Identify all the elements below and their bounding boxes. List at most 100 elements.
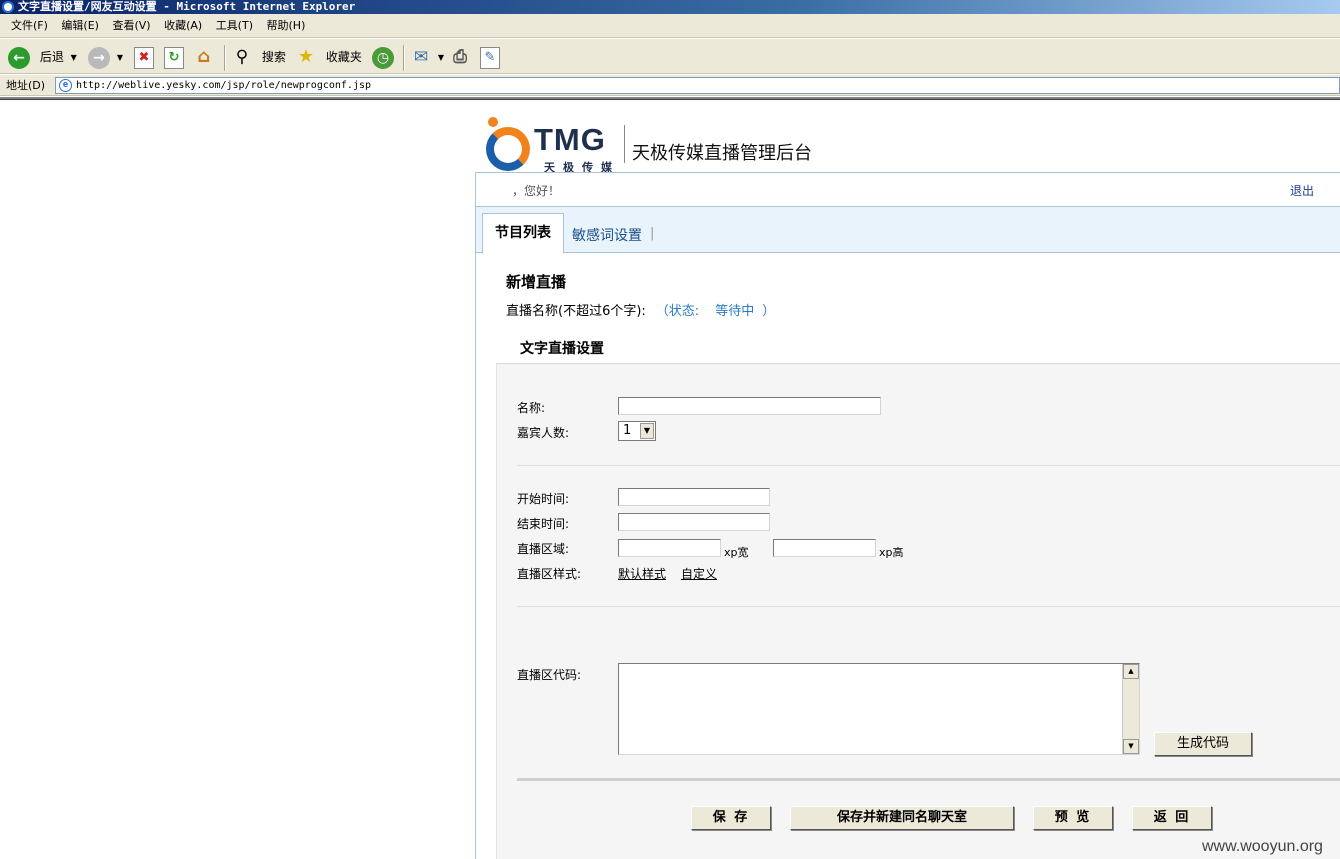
edit-page-icon: ✎ bbox=[480, 46, 500, 69]
home-icon: ⌂ bbox=[197, 45, 211, 67]
width-unit: xp宽 bbox=[724, 546, 749, 559]
tab-program-list[interactable]: 节目列表 bbox=[482, 213, 564, 254]
address-url: http://weblive.yesky.com/jsp/role/newpro… bbox=[76, 80, 372, 91]
form-divider bbox=[517, 606, 1340, 607]
menu-help[interactable]: 帮助(H) bbox=[262, 14, 311, 38]
scroll-up-icon[interactable]: ▲ bbox=[1123, 664, 1139, 679]
print-button[interactable]: ⎙ bbox=[450, 45, 470, 69]
back-to-list-button[interactable]: 返 回 bbox=[1132, 806, 1212, 830]
chrome-divider bbox=[0, 97, 1340, 100]
generate-code-button[interactable]: 生成代码 bbox=[1154, 732, 1252, 756]
menu-tools[interactable]: 工具(T) bbox=[211, 14, 258, 38]
live-code-textarea[interactable]: ▲ ▼ bbox=[618, 663, 1140, 755]
stop-button[interactable]: ✖ bbox=[134, 45, 154, 69]
area-width-input[interactable] bbox=[618, 539, 721, 557]
back-label: 后退 bbox=[39, 50, 64, 64]
logout-link[interactable]: 退出 bbox=[1290, 182, 1314, 199]
forward-button[interactable]: → ▼ bbox=[88, 45, 123, 69]
menu-edit[interactable]: 编辑(E) bbox=[56, 14, 104, 38]
start-time-label: 开始时间: bbox=[517, 492, 570, 506]
live-style-label: 直播区样式: bbox=[517, 567, 582, 581]
search-label: 搜索 bbox=[261, 50, 286, 64]
toolbar: ← 后退 ▼ → ▼ ✖ ↻ ⌂ ⚲ 搜索 ★ 收藏夹 ◷ ✉ ▼ ⎙ ✎ bbox=[0, 38, 1340, 74]
guests-label: 嘉宾人数: bbox=[517, 426, 570, 440]
status-close: ） bbox=[762, 304, 776, 319]
history-button[interactable]: ◷ bbox=[372, 45, 394, 69]
home-button[interactable]: ⌂ bbox=[194, 45, 214, 69]
star-icon: ★ bbox=[297, 45, 315, 67]
start-time-input[interactable] bbox=[618, 488, 770, 506]
guests-select[interactable]: 1 ▼ bbox=[618, 421, 656, 441]
address-bar: 地址(D) e http://weblive.yesky.com/jsp/rol… bbox=[0, 75, 1340, 96]
favorites-label: 收藏夹 bbox=[325, 50, 362, 64]
tab-bar: 节目列表 敏感词设置 | bbox=[476, 206, 1340, 254]
address-label: 地址(D) bbox=[6, 79, 46, 92]
height-unit: xp高 bbox=[879, 546, 904, 559]
subsection-title: 文字直播设置 bbox=[520, 341, 604, 357]
live-name-hint: 直播名称(不超过6个字): bbox=[506, 304, 646, 319]
menu-bar: 文件(F) 编辑(E) 查看(V) 收藏(A) 工具(T) 帮助(H) bbox=[0, 14, 1340, 38]
tab-separator: | bbox=[650, 226, 655, 241]
status-label: （状态: bbox=[655, 304, 700, 319]
search-button[interactable]: ⚲ 搜索 bbox=[232, 45, 286, 69]
end-time-label: 结束时间: bbox=[517, 517, 570, 531]
name-label: 名称: bbox=[517, 401, 546, 415]
form-panel: 名称: 嘉宾人数: 1 ▼ 开始时间: 结束时间: 直播区域: xp宽 xp高 … bbox=[496, 363, 1340, 859]
site-title: 天极传媒直播管理后台 bbox=[632, 143, 812, 164]
default-style-link[interactable]: 默认样式 bbox=[618, 565, 666, 582]
ie-icon bbox=[2, 1, 14, 13]
dropdown-arrow-icon: ▼ bbox=[437, 52, 444, 62]
dropdown-arrow-icon: ▼ bbox=[70, 52, 77, 62]
print-icon: ⎙ bbox=[453, 46, 467, 67]
logo-divider bbox=[624, 125, 625, 163]
name-input[interactable] bbox=[618, 397, 881, 415]
dropdown-arrow-icon: ▼ bbox=[116, 52, 123, 62]
mail-button[interactable]: ✉ ▼ bbox=[411, 45, 444, 69]
page-content: TMG 天极传媒 天极传媒直播管理后台 ，您好！ 退出 节目列表 敏感词设置 |… bbox=[476, 101, 1340, 859]
greeting-text: ，您好！ bbox=[512, 184, 561, 198]
scroll-down-icon[interactable]: ▼ bbox=[1123, 739, 1139, 754]
refresh-icon: ↻ bbox=[164, 46, 184, 69]
history-icon: ◷ bbox=[372, 46, 394, 69]
end-time-input[interactable] bbox=[618, 513, 770, 531]
logo-dot-icon bbox=[488, 117, 498, 127]
edit-button[interactable]: ✎ bbox=[480, 45, 500, 69]
watermark: www.wooyun.org bbox=[1202, 838, 1323, 855]
window-title: 文字直播设置/网友互动设置 - Microsoft Internet Explo… bbox=[18, 0, 356, 13]
tab-sensitive-words[interactable]: 敏感词设置 bbox=[572, 225, 642, 245]
logo-mark-icon bbox=[486, 127, 530, 171]
address-input[interactable]: e http://weblive.yesky.com/jsp/role/newp… bbox=[55, 77, 1340, 94]
textarea-scrollbar[interactable]: ▲ ▼ bbox=[1122, 664, 1139, 754]
live-name-row: 直播名称(不超过6个字): （状态: 等待中 ） bbox=[506, 300, 775, 319]
menu-view[interactable]: 查看(V) bbox=[107, 14, 155, 38]
custom-style-link[interactable]: 自定义 bbox=[681, 565, 717, 582]
guests-value: 1 bbox=[623, 423, 632, 438]
menu-file[interactable]: 文件(F) bbox=[6, 14, 53, 38]
tmg-logo: TMG 天极传媒 bbox=[486, 115, 626, 174]
area-height-input[interactable] bbox=[773, 539, 876, 557]
logo-text: TMG bbox=[534, 122, 606, 157]
status-value: 等待中 bbox=[715, 304, 755, 319]
menu-favorites[interactable]: 收藏(A) bbox=[159, 14, 207, 38]
forward-arrow-icon: → bbox=[88, 46, 110, 69]
search-icon: ⚲ bbox=[235, 46, 249, 67]
live-area-label: 直播区域: bbox=[517, 542, 570, 556]
back-arrow-icon: ← bbox=[8, 46, 30, 69]
section-title: 新增直播 bbox=[506, 273, 567, 291]
save-and-new-chatroom-button[interactable]: 保存并新建同名聊天室 bbox=[790, 806, 1014, 830]
greeting-bar: ，您好！ 退出 bbox=[476, 172, 1340, 206]
live-code-label: 直播区代码: bbox=[517, 668, 582, 682]
form-divider bbox=[517, 465, 1340, 466]
chevron-down-icon: ▼ bbox=[640, 423, 654, 439]
refresh-button[interactable]: ↻ bbox=[164, 45, 184, 69]
mail-icon: ✉ bbox=[413, 46, 429, 67]
preview-button[interactable]: 预 览 bbox=[1033, 806, 1113, 830]
save-button[interactable]: 保 存 bbox=[691, 806, 771, 830]
ie-page-icon: e bbox=[59, 79, 72, 92]
favorites-button[interactable]: ★ 收藏夹 bbox=[296, 45, 362, 69]
toolbar-separator bbox=[403, 45, 405, 71]
back-button[interactable]: ← 后退 ▼ bbox=[8, 45, 77, 69]
window-title-bar: 文字直播设置/网友互动设置 - Microsoft Internet Explo… bbox=[0, 0, 1340, 14]
stop-icon: ✖ bbox=[134, 46, 154, 69]
form-bottom-divider bbox=[517, 778, 1340, 781]
